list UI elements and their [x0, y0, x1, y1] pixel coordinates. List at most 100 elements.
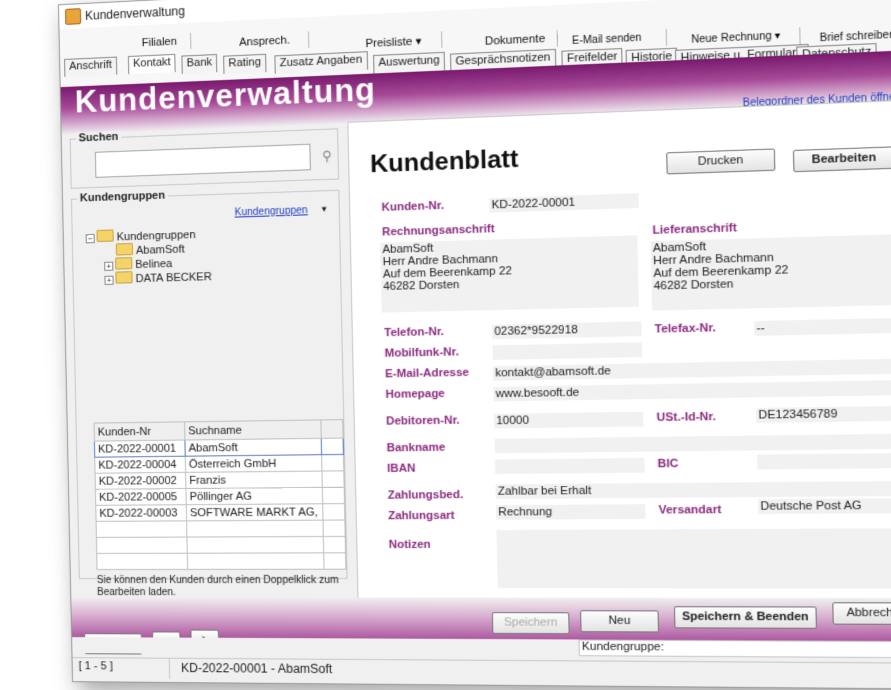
table-cell: Österreich GmbH	[185, 454, 323, 473]
bankname-value	[494, 433, 891, 454]
left-panel: Suchen ⚲ Kundengruppen Kundengruppen ▼ −…	[69, 122, 348, 603]
email-senden-button[interactable]: E-Mail senden	[572, 32, 642, 47]
zahlungsart-value: Rechnung	[495, 504, 646, 520]
ust-value: DE123456789	[756, 405, 891, 423]
ansprech-button[interactable]: Ansprech.	[239, 34, 290, 49]
neue-rechnung-dropdown[interactable]: Neue Rechnung ▾	[691, 30, 780, 46]
table-row[interactable]: KD-2022-00003 SOFTWARE MARKT AG,	[95, 503, 345, 522]
separator	[799, 27, 801, 45]
separator	[441, 31, 443, 48]
separator	[556, 30, 559, 47]
table-cell	[322, 503, 345, 521]
customer-sheet: Kundenblatt Drucken Bearbeiten Kunden-Nr…	[347, 99, 891, 602]
rechnungsanschrift-value: AbamSoft Herr Andre Bachmann Auf dem Bee…	[380, 235, 639, 313]
table-row-empty	[96, 552, 346, 570]
app-window: Kundenverwaltung Filialen Ansprech. Prei…	[57, 0, 891, 690]
homepage-label: Homepage	[385, 387, 445, 402]
zahlungsbed-value: Zahlbar bei Erhalt	[495, 481, 891, 499]
tree-item-data-becker[interactable]: + DATA BECKER	[104, 269, 212, 286]
iban-label: IBAN	[386, 462, 416, 476]
search-legend: Suchen	[75, 130, 122, 145]
kundengruppen-link[interactable]: Kundengruppen	[234, 205, 307, 219]
tree-item-abamsoft[interactable]: AbamSoft	[115, 241, 185, 257]
separator	[190, 32, 192, 50]
tab-anschrift[interactable]: Anschrift	[64, 56, 118, 77]
tree-label: AbamSoft	[135, 243, 185, 257]
tab-zusatz-angaben[interactable]: Zusatz Angaben	[274, 51, 368, 74]
table-row[interactable]: KD-2022-00005 Pöllinger AG	[95, 487, 345, 506]
tab-rating[interactable]: Rating	[223, 53, 267, 74]
telefax-label: Telefax-Nr.	[654, 321, 716, 336]
table-cell: KD-2022-00002	[95, 472, 186, 490]
brief-schreiben-button[interactable]: Brief schreiben	[820, 29, 891, 44]
table-cell: KD-2022-00005	[95, 488, 187, 506]
folder-icon	[115, 271, 133, 284]
table-cell: Franzis	[185, 471, 323, 489]
table-cell: AbamSoft	[184, 438, 322, 457]
edit-button[interactable]: Bearbeiten	[792, 146, 891, 173]
sheet-title: Kundenblatt	[369, 145, 519, 179]
column-header[interactable]: Kunden-Nr	[94, 421, 185, 442]
mobilfunk-value	[492, 342, 643, 360]
column-header[interactable]: Suchname	[184, 419, 322, 441]
cancel-button[interactable]: Abbrechen	[832, 602, 891, 625]
versandart-value: Deutsche Post AG	[758, 498, 891, 515]
kundengruppe-label: Kundengruppe:	[578, 639, 891, 659]
app-icon	[65, 8, 82, 25]
filialen-button[interactable]: Filialen	[142, 36, 177, 50]
ust-label: USt.-Id-Nr.	[656, 410, 717, 425]
telefon-value: 02362*9522918	[492, 321, 642, 340]
info-row: Kundengruppe:	[72, 637, 891, 659]
table-row-empty	[96, 520, 346, 538]
telefon-label: Telefon-Nr.	[384, 325, 445, 340]
status-bar: [ 1 - 5 ] KD-2022-00001 - AbamSoft	[72, 657, 891, 686]
folder-icon	[115, 242, 134, 256]
customer-table: Kunden-Nr Suchname KD-2022-00001 AbamSof…	[93, 419, 347, 571]
lieferanschrift-value: AbamSoft Herr Andre Bachmann Auf dem Bee…	[650, 234, 891, 311]
current-record: KD-2022-00001 - AbamSoft	[180, 660, 333, 677]
table-cell	[322, 470, 345, 488]
email-label: E-Mail-Adresse	[384, 366, 470, 381]
record-range: [ 1 - 5 ]	[78, 660, 113, 673]
rechnungsanschrift-label: Rechnungsanschrift	[381, 222, 495, 239]
save-button[interactable]: Speichern	[491, 612, 570, 635]
expand-icon[interactable]: +	[104, 261, 114, 271]
tree-label: Belinea	[135, 257, 173, 272]
chevron-down-icon[interactable]: ▼	[320, 204, 328, 213]
save-and-close-button[interactable]: Speichern & Beenden	[673, 606, 818, 629]
dokumente-button[interactable]: Dokumente	[485, 33, 546, 48]
notizen-label: Notizen	[388, 538, 431, 552]
versandart-label: Versandart	[658, 503, 722, 517]
tree-label: DATA BECKER	[135, 271, 212, 286]
mobilfunk-label: Mobilfunk-Nr.	[384, 346, 459, 360]
table-cell: KD-2022-00003	[95, 504, 187, 522]
separator	[665, 29, 668, 47]
table-cell	[321, 454, 344, 472]
new-button[interactable]: Neu	[580, 610, 660, 633]
expand-icon[interactable]: +	[104, 275, 114, 285]
bic-value	[757, 453, 891, 470]
search-icon[interactable]: ⚲	[322, 148, 332, 165]
table-row-empty	[96, 536, 346, 554]
notizen-field[interactable]	[496, 528, 891, 589]
table-cell: KD-2022-00004	[94, 456, 186, 474]
divider	[168, 658, 171, 679]
tab-kontakt[interactable]: Kontakt	[127, 53, 176, 75]
kunden-nr-value: KD-2022-00001	[489, 193, 639, 213]
kunden-nr-label: Kunden-Nr.	[381, 199, 445, 214]
tab-bank[interactable]: Bank	[181, 53, 218, 74]
table-row[interactable]: KD-2022-00002 Franzis	[95, 470, 345, 490]
folder-icon	[115, 257, 133, 270]
hint-text: Sie können den Kunden durch einen Doppel…	[96, 574, 339, 599]
collapse-icon[interactable]: −	[85, 234, 95, 244]
print-button[interactable]: Drucken	[666, 148, 776, 175]
lieferanschrift-label: Lieferanschrift	[652, 221, 738, 237]
bic-label: BIC	[657, 457, 679, 471]
separator	[307, 31, 310, 48]
table-cell: KD-2022-00001	[94, 440, 186, 458]
preisliste-dropdown[interactable]: Preisliste ▾	[365, 34, 421, 50]
zahlungsbed-label: Zahlungsbed.	[387, 488, 464, 502]
telefax-value: --	[754, 317, 891, 336]
homepage-value: www.besooft.de	[493, 380, 891, 402]
bankname-label: Bankname	[386, 441, 446, 455]
